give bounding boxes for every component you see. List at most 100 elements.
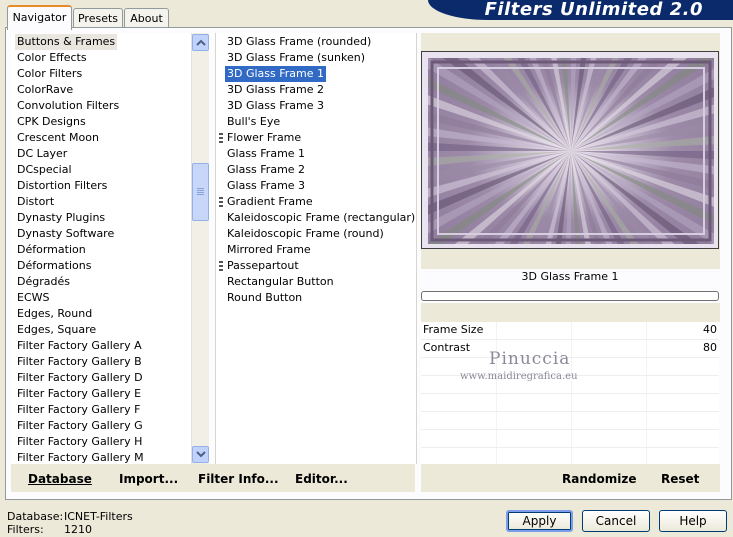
glass-frame-preview [422,52,718,248]
category-item[interactable]: Dynasty Software [15,226,116,242]
category-item[interactable]: Color Filters [15,66,84,82]
param-divider [571,340,572,357]
category-item[interactable]: Déformation [15,242,88,258]
category-item[interactable]: Dynasty Plugins [15,210,107,226]
param-label: Contrast [423,341,471,354]
category-item[interactable]: Crescent Moon [15,130,101,146]
param-divider [646,340,647,357]
category-item[interactable]: Filter Factory Gallery E [15,386,143,402]
category-item[interactable]: Déformations [15,258,93,274]
filter-info-button[interactable]: Filter Info... [198,472,279,486]
filter-item[interactable]: 3D Glass Frame 1 [225,66,327,82]
watermark-name: Pinuccia [489,349,571,369]
chevron-up-icon [196,39,206,46]
category-item[interactable]: Filter Factory Gallery B [15,354,144,370]
tab-about[interactable]: About [124,8,169,28]
category-item[interactable]: CPK Designs [15,114,88,130]
filter-item-label: 3D Glass Frame (rounded) [227,35,372,48]
filter-item[interactable]: Bull's Eye [225,114,282,130]
param-divider [646,358,647,375]
category-item[interactable]: Filter Factory Gallery D [15,370,145,386]
filter-item[interactable]: Gradient Frame [225,194,315,210]
category-item[interactable]: Edges, Square [15,322,98,338]
param-divider [496,322,497,339]
filter-item-label: Passepartout [227,259,299,272]
editor-button[interactable]: Editor... [295,472,348,486]
filter-item[interactable]: Rectangular Button [225,274,336,290]
param-value: 80 [703,341,717,354]
preview-image [421,51,719,249]
category-item[interactable]: Filter Factory Gallery H [15,434,144,450]
filters-label: Filters: [7,523,44,536]
category-item[interactable]: Convolution Filters [15,98,121,114]
scroll-thumb[interactable] [192,163,209,221]
filter-item[interactable]: Kaleidoscopic Frame (rectangular) [225,210,416,226]
filter-item[interactable]: Passepartout [225,258,301,274]
param-row[interactable]: Frame Size 40 [421,322,719,340]
reset-button[interactable]: Reset [661,472,699,486]
param-divider [646,412,647,429]
category-item[interactable]: Color Effects [15,50,89,66]
database-value: ICNET-Filters [64,510,133,523]
category-item[interactable]: Dégradés [15,274,72,290]
tab-presets[interactable]: Presets [73,8,123,28]
progress-bar [421,291,719,301]
filter-list[interactable]: 3D Glass Frame (rounded) 3D Glass Frame (… [215,33,417,464]
filter-item-label: Glass Frame 3 [227,179,306,192]
watermark-url: www.maidiregrafica.eu [460,371,578,382]
category-item[interactable]: Distortion Filters [15,178,109,194]
param-divider [571,412,572,429]
param-divider [496,430,497,447]
category-item[interactable]: Filter Factory Gallery M [15,450,146,464]
category-item[interactable]: ECWS [15,290,52,306]
filter-item-label: Kaleidoscopic Frame (rectangular) [227,211,416,224]
category-item[interactable]: Filter Factory Gallery F [15,402,142,418]
category-item[interactable]: DC Layer [15,146,69,162]
scroll-up-button[interactable] [192,34,209,51]
database-button[interactable]: Database [28,472,92,486]
category-item[interactable]: DCspecial [15,162,74,178]
category-scrollbar[interactable] [191,33,209,464]
grip-handle-icon [219,197,223,207]
filter-item[interactable]: 3D Glass Frame 3 [225,98,326,114]
filter-item-label: 3D Glass Frame 3 [227,99,325,112]
filter-item[interactable]: 3D Glass Frame 2 [225,82,326,98]
param-divider [646,376,647,393]
filter-item[interactable]: Flower Frame [225,130,303,146]
filter-item[interactable]: Glass Frame 3 [225,178,307,194]
param-header [421,303,720,322]
help-button[interactable]: Help [659,510,727,532]
filter-item-label: Flower Frame [227,131,302,144]
filter-item-label: Glass Frame 1 [227,147,306,160]
param-divider [571,322,572,339]
chevron-down-icon [196,451,206,458]
category-item[interactable]: Buttons & Frames [15,34,118,50]
category-item[interactable]: Edges, Round [15,306,94,322]
randomize-button[interactable]: Randomize [562,472,636,486]
filter-item[interactable]: Glass Frame 1 [225,146,307,162]
category-item[interactable]: Filter Factory Gallery G [15,418,145,434]
tab-navigator[interactable]: Navigator [7,5,72,30]
param-divider [571,448,572,465]
filter-item[interactable]: Mirrored Frame [225,242,313,258]
filter-item-label: Kaleidoscopic Frame (round) [227,227,384,240]
scroll-down-button[interactable] [192,446,209,463]
category-item[interactable]: Filter Factory Gallery A [15,338,144,354]
category-item[interactable]: Distort [15,194,56,210]
filter-item[interactable]: Kaleidoscopic Frame (round) [225,226,386,242]
import-button[interactable]: Import... [119,472,178,486]
database-info: Database: ICNET-Filters [7,510,133,523]
filter-item-label: 3D Glass Frame 2 [227,83,325,96]
param-divider [646,394,647,411]
param-divider [646,448,647,465]
category-item[interactable]: ColorRave [15,82,75,98]
grip-handle-icon [219,133,223,143]
apply-button[interactable]: Apply [506,510,573,532]
filter-item[interactable]: Glass Frame 2 [225,162,307,178]
filter-item[interactable]: Round Button [225,290,304,306]
filter-item[interactable]: 3D Glass Frame (sunken) [225,50,367,66]
filter-item[interactable]: 3D Glass Frame (rounded) [225,34,373,50]
param-divider [496,448,497,465]
cancel-button[interactable]: Cancel [582,510,650,532]
category-list[interactable]: Buttons & Frames Color Effects Color Filte… [11,33,191,464]
